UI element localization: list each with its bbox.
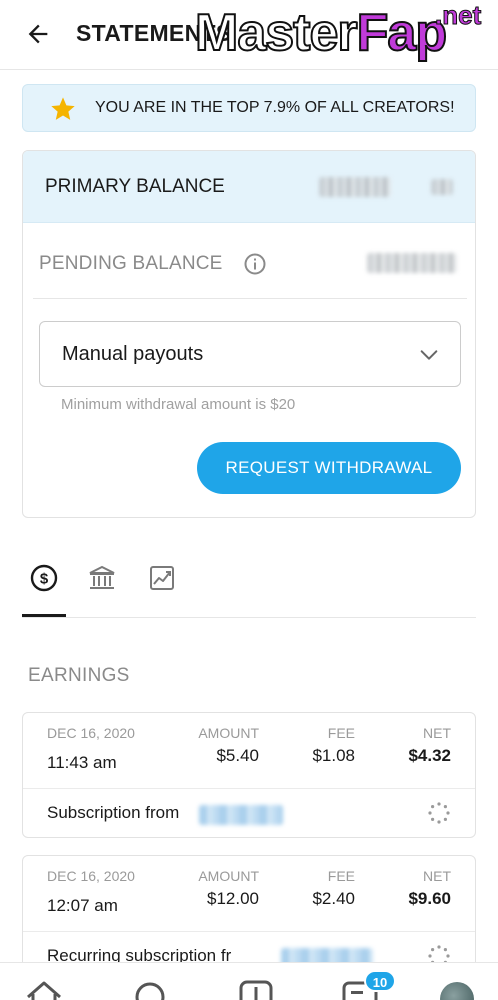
net-header: NET [423,725,451,741]
banner-text: YOU ARE IN THE TOP 7.9% OF ALL CREATORS! [95,99,455,116]
star-icon [51,97,75,120]
bank-icon [89,565,115,589]
payout-method-value: Manual payouts [62,343,204,365]
net-value: $9.60 [408,889,451,908]
earning-row[interactable]: DEC 16, 2020 11:43 am AMOUNT FEE NET $5.… [22,712,476,838]
fee-value: $2.40 [312,889,355,908]
tab-active-indicator [22,614,66,617]
back-button[interactable] [22,18,54,50]
earning-date: DEC 16, 2020 [47,725,135,741]
divider [23,931,475,932]
messages-badge: 10 [364,970,396,992]
fee-header: FEE [327,725,355,741]
top-creator-banner: YOU ARE IN THE TOP 7.9% OF ALL CREATORS! [22,84,476,132]
nav-add-post[interactable] [236,977,276,1000]
divider [23,788,475,789]
tab-statistics[interactable] [140,558,184,598]
svg-text:$: $ [40,571,49,588]
min-withdraw-note: Minimum withdrawal amount is $20 [61,396,296,413]
pending-balance-label: PENDING BALANCE [39,253,223,274]
tab-earnings[interactable]: $ [22,558,66,598]
primary-balance-value-blurred [319,177,391,197]
search-icon [135,982,165,1000]
earning-date: DEC 16, 2020 [47,868,135,884]
earnings-title: EARNINGS [28,665,130,686]
fee-value: $1.08 [312,746,355,765]
amount-header: AMOUNT [198,725,259,741]
divider [33,298,467,299]
info-icon[interactable] [243,252,267,276]
bottom-navigation [0,962,498,1000]
watermark-fap: Fap [356,3,448,63]
nav-home[interactable] [24,977,64,1000]
statements-tabs: $ [22,558,476,618]
add-post-icon [239,980,273,1000]
earning-time: 12:07 am [47,896,118,915]
chevron-down-icon [420,350,438,360]
watermark-net: .net [434,0,482,31]
arrow-left-icon [28,24,48,44]
earning-time: 11:43 am [47,753,117,772]
primary-balance-extra-blurred [431,179,453,195]
net-value: $4.32 [408,746,451,765]
primary-balance-label: PRIMARY BALANCE [45,176,225,197]
pending-balance-value-blurred [367,253,457,273]
balance-card: PRIMARY BALANCE PENDING BALANCE Manual p… [22,150,476,518]
watermark-logo: MasterFap [194,2,448,64]
dollar-circle-icon: $ [30,564,58,592]
chart-icon [150,566,174,590]
amount-value: $12.00 [207,889,259,908]
home-icon [27,981,61,1000]
tab-payouts[interactable] [80,558,124,598]
nav-search[interactable] [130,977,170,1000]
pending-spinner-icon [428,802,450,824]
payout-method-select[interactable]: Manual payouts [39,321,461,387]
net-header: NET [423,868,451,884]
watermark-master: Master [194,3,359,63]
primary-balance-row: PRIMARY BALANCE [23,151,475,223]
request-withdrawal-button[interactable]: REQUEST WITHDRAWAL [197,442,461,494]
subscriber-name-blurred [199,805,283,825]
amount-value: $5.40 [216,746,259,765]
earning-description: Subscription from [47,803,180,822]
fee-header: FEE [327,868,355,884]
amount-header: AMOUNT [198,868,259,884]
